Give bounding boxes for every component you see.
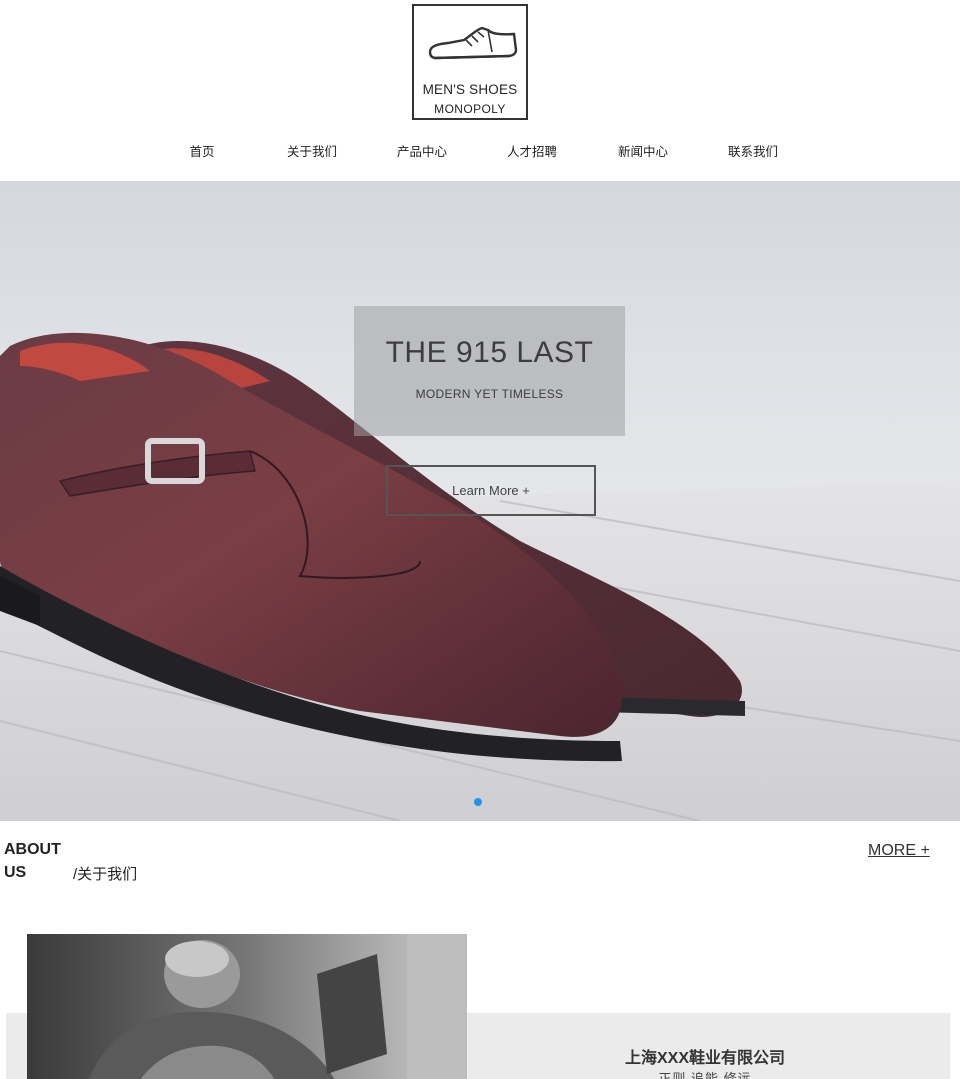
hero-title: THE 915 LAST — [385, 336, 594, 369]
learn-more-button[interactable]: Learn More + — [386, 465, 596, 516]
nav-item-careers[interactable]: 人才招聘 — [477, 141, 587, 160]
craftsman-image — [27, 934, 467, 1079]
main-nav: 首页 关于我们 产品中心 人才招聘 新闻中心 联系我们 — [0, 141, 960, 163]
hero-caption-box: THE 915 LAST MODERN YET TIMELESS — [354, 306, 625, 436]
company-tagline: 正则 追能 修远 — [658, 1071, 752, 1079]
nav-item-about[interactable]: 关于我们 — [257, 141, 367, 160]
about-heading: ABOUT US — [4, 841, 61, 881]
slider-dot-1[interactable] — [474, 798, 482, 806]
shoe-logo-icon — [428, 26, 518, 60]
more-link[interactable]: MORE + — [868, 842, 930, 860]
company-name: 上海XXX鞋业有限公司 — [624, 1050, 786, 1067]
nav-item-home[interactable]: 首页 — [147, 141, 257, 160]
logo-text-line1: MEN'S SHOES — [422, 82, 518, 97]
hero-banner[interactable]: THE 915 LAST MODERN YET TIMELESS Learn M… — [0, 181, 960, 821]
hero-subtitle: MODERN YET TIMELESS — [415, 387, 564, 401]
about-craftsman-photo — [27, 934, 467, 1079]
nav-item-news[interactable]: 新闻中心 — [588, 141, 698, 160]
page: MEN'S SHOES MONOPOLY 首页 关于我们 产品中心 人才招聘 新… — [0, 0, 960, 1079]
logo-text-line2: MONOPOLY — [434, 102, 506, 116]
nav-item-contact[interactable]: 联系我们 — [698, 141, 808, 160]
site-logo[interactable]: MEN'S SHOES MONOPOLY — [412, 4, 528, 120]
nav-item-products[interactable]: 产品中心 — [367, 141, 477, 160]
about-subheading: /关于我们 — [73, 866, 138, 883]
